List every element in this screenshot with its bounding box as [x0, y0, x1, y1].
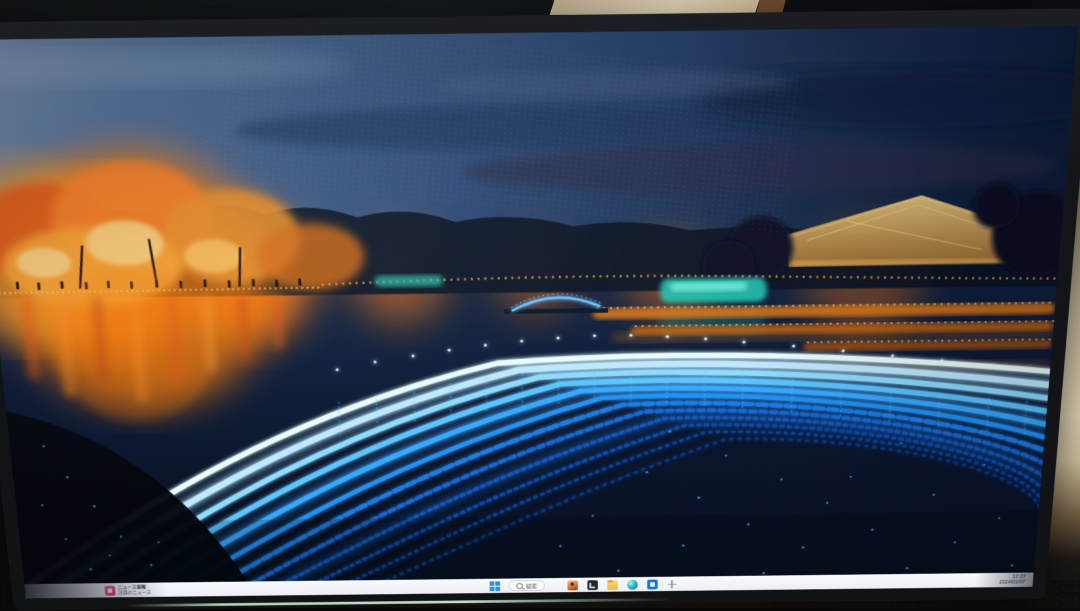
plus-icon — [667, 579, 678, 589]
windows-logo-icon — [490, 581, 501, 591]
taskbar-app-edge[interactable] — [626, 579, 637, 590]
search-icon — [516, 582, 523, 588]
search-box[interactable]: 検索 — [509, 580, 545, 591]
taskbar-app-plus[interactable] — [666, 578, 678, 589]
dark-app-icon — [587, 580, 597, 590]
file-explorer-icon — [607, 580, 617, 590]
room-wood-detail — [756, 0, 785, 13]
taskbar-clock[interactable]: 17:07 2024/02/07 — [999, 574, 1026, 586]
person-photo-icon — [567, 580, 577, 590]
monitor-screen: .vs line.m{stroke:url(#vstr);stroke-widt… — [0, 26, 1078, 599]
taskbar-app-dark[interactable] — [586, 579, 597, 590]
taskbar-app-explorer[interactable] — [606, 579, 617, 590]
taskbar-center-group: 検索 — [490, 577, 678, 593]
search-label: 検索 — [526, 581, 537, 589]
widgets-text: ニュース速報 注目のニュース — [118, 584, 152, 595]
taskbar-app-photo[interactable] — [567, 580, 578, 591]
news-widget-icon — [104, 585, 115, 595]
edge-browser-icon — [627, 579, 638, 589]
taskbar-app-store[interactable] — [646, 579, 658, 590]
monitor-bezel: .vs line.m{stroke:url(#vstr);stroke-widt… — [0, 8, 1080, 611]
clock-date: 2024/02/07 — [999, 580, 1026, 586]
start-button[interactable] — [490, 581, 501, 591]
widgets-button[interactable]: ニュース速報 注目のニュース — [100, 583, 155, 598]
microsoft-store-icon — [647, 579, 658, 589]
desktop-wallpaper: .vs line.m{stroke:url(#vstr);stroke-widt… — [0, 26, 1078, 599]
widgets-subtext: 注目のニュース — [118, 590, 151, 596]
